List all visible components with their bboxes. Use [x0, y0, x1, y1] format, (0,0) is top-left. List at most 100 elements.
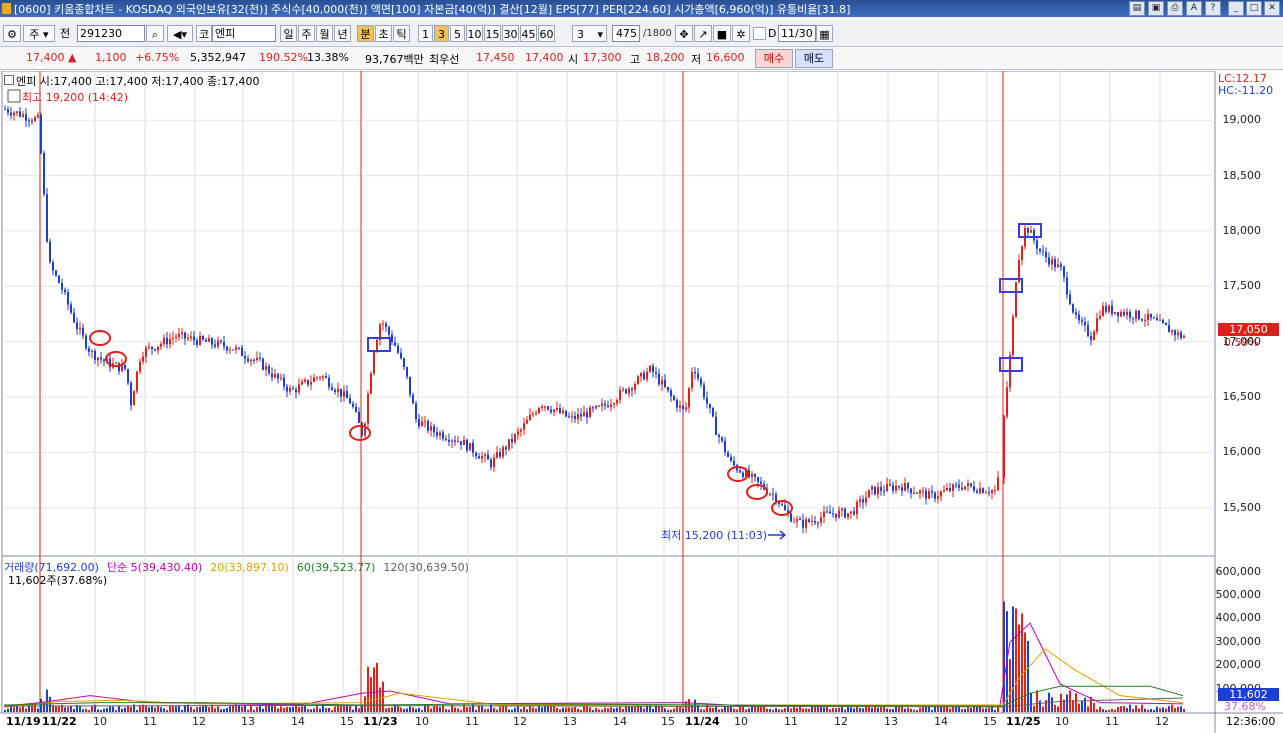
- quote-bar: 17,400 ▲ 1,100 +6.75% 5,352,947 190.52% …: [0, 47, 1283, 70]
- draw-line-icon[interactable]: ↗: [694, 25, 712, 42]
- volume-bar: [733, 708, 735, 712]
- font-icon[interactable]: A: [1186, 1, 1202, 16]
- market-label[interactable]: 코: [196, 25, 212, 42]
- time-axis-label: 11/25: [1006, 715, 1041, 728]
- tick-type-button-0[interactable]: 분: [357, 25, 374, 42]
- tick-type-button-1[interactable]: 초: [375, 25, 392, 42]
- volume-bar: [55, 706, 57, 712]
- volume-bar: [37, 708, 39, 712]
- settings-icon[interactable]: ✲: [732, 25, 750, 42]
- candle-body: [217, 340, 219, 347]
- candle-body: [10, 112, 12, 116]
- help-icon[interactable]: ?: [1205, 1, 1221, 16]
- candle-body: [388, 327, 390, 335]
- candle-body: [478, 456, 480, 459]
- tick-type-button-2[interactable]: 틱: [393, 25, 410, 42]
- bar-count-input[interactable]: 475: [612, 25, 640, 42]
- candle-body: [598, 405, 600, 407]
- candle-body: [319, 377, 321, 379]
- cursor-icon[interactable]: ✥: [675, 25, 693, 42]
- time-axis-label: 11: [143, 715, 157, 728]
- candle-body: [190, 336, 192, 338]
- stock-name-field[interactable]: 엔피: [212, 25, 276, 42]
- volume-bar: [718, 709, 720, 712]
- candle-body: [220, 340, 222, 342]
- volume-bar: [406, 708, 408, 712]
- volume-bar: [994, 709, 996, 712]
- candle-body: [625, 389, 627, 394]
- volume-bar: [433, 706, 435, 712]
- minute-button-10[interactable]: 10: [466, 25, 483, 42]
- count-select[interactable]: 3 ▾: [572, 25, 607, 42]
- candle-body: [1063, 266, 1065, 278]
- candle-body: [781, 504, 783, 506]
- date-input[interactable]: 11/30: [778, 25, 816, 42]
- candle-body: [160, 343, 162, 347]
- calendar-icon[interactable]: ▦: [816, 25, 833, 42]
- volume-bar: [409, 706, 411, 712]
- period-button-1[interactable]: 주: [298, 25, 315, 42]
- minute-button-1[interactable]: 1: [418, 25, 433, 42]
- candle-body: [997, 477, 999, 490]
- candle-body: [1132, 317, 1134, 319]
- mode-select[interactable]: 주 ▾: [23, 25, 55, 42]
- minute-button-60[interactable]: 60: [538, 25, 555, 42]
- volume-bar: [730, 704, 732, 712]
- volume-bar: [91, 706, 93, 712]
- period-button-2[interactable]: 월: [316, 25, 333, 42]
- time-axis-label: 11/23: [363, 715, 398, 728]
- minimize-icon[interactable]: _: [1228, 1, 1244, 16]
- volume-bar: [1045, 699, 1047, 712]
- volume-bar: [7, 708, 9, 712]
- volume-bar: [769, 709, 771, 712]
- print-icon[interactable]: ⎙: [1167, 1, 1183, 16]
- chart-menu-icon[interactable]: ⚙: [3, 25, 21, 42]
- candle-body: [751, 474, 753, 477]
- prev-label: 전: [60, 27, 71, 40]
- speaker-icon[interactable]: ◀▾: [167, 25, 193, 42]
- maximize-icon[interactable]: □: [1246, 1, 1262, 16]
- candle-body: [940, 491, 942, 497]
- volume-bar: [1066, 694, 1068, 712]
- minute-button-30[interactable]: 30: [502, 25, 519, 42]
- search-icon[interactable]: ⌕: [146, 25, 164, 42]
- candle-body: [550, 409, 552, 413]
- minute-button-5[interactable]: 5: [450, 25, 465, 42]
- candle-body: [664, 380, 666, 387]
- trade-amount: 93,767백만: [365, 53, 424, 66]
- sell-button[interactable]: 매도: [795, 49, 833, 68]
- candle-body: [688, 388, 690, 408]
- minute-button-15[interactable]: 15: [484, 25, 501, 42]
- candle-body: [1078, 314, 1080, 321]
- volume-bar: [49, 696, 51, 712]
- price-axis-label: 15,500: [1222, 500, 1262, 514]
- minute-button-45[interactable]: 45: [520, 25, 537, 42]
- volume-bar: [583, 704, 585, 712]
- save-icon[interactable]: ■: [713, 25, 731, 42]
- minute-button-3[interactable]: 3: [434, 25, 449, 42]
- close-icon[interactable]: ✕: [1264, 1, 1280, 16]
- volume-bar: [271, 706, 273, 712]
- volume-bar: [655, 704, 657, 712]
- candle-body: [1174, 330, 1176, 336]
- time-axis-label: 12: [192, 715, 206, 728]
- buy-button[interactable]: 매수: [755, 49, 793, 68]
- candle-body: [946, 488, 948, 491]
- volume-bar: [844, 709, 846, 712]
- candle-body: [115, 362, 117, 364]
- candle-body: [412, 394, 414, 404]
- price-chart-area[interactable]: [0, 71, 1283, 733]
- panel-toggle-icon[interactable]: [4, 75, 14, 85]
- time-axis-label: 12: [513, 715, 527, 728]
- volume-bar: [1153, 709, 1155, 712]
- layout-icon[interactable]: ▤: [1129, 1, 1145, 16]
- period-button-0[interactable]: 일: [280, 25, 297, 42]
- stock-code-input[interactable]: 291230: [77, 25, 145, 42]
- restore-layout-icon[interactable]: ▣: [1148, 1, 1164, 16]
- volume-bar: [115, 710, 117, 712]
- date-checkbox[interactable]: [753, 27, 766, 40]
- volume-bar: [259, 705, 261, 712]
- candle-body: [265, 366, 267, 370]
- volume-bar: [703, 709, 705, 712]
- period-button-3[interactable]: 년: [334, 25, 351, 42]
